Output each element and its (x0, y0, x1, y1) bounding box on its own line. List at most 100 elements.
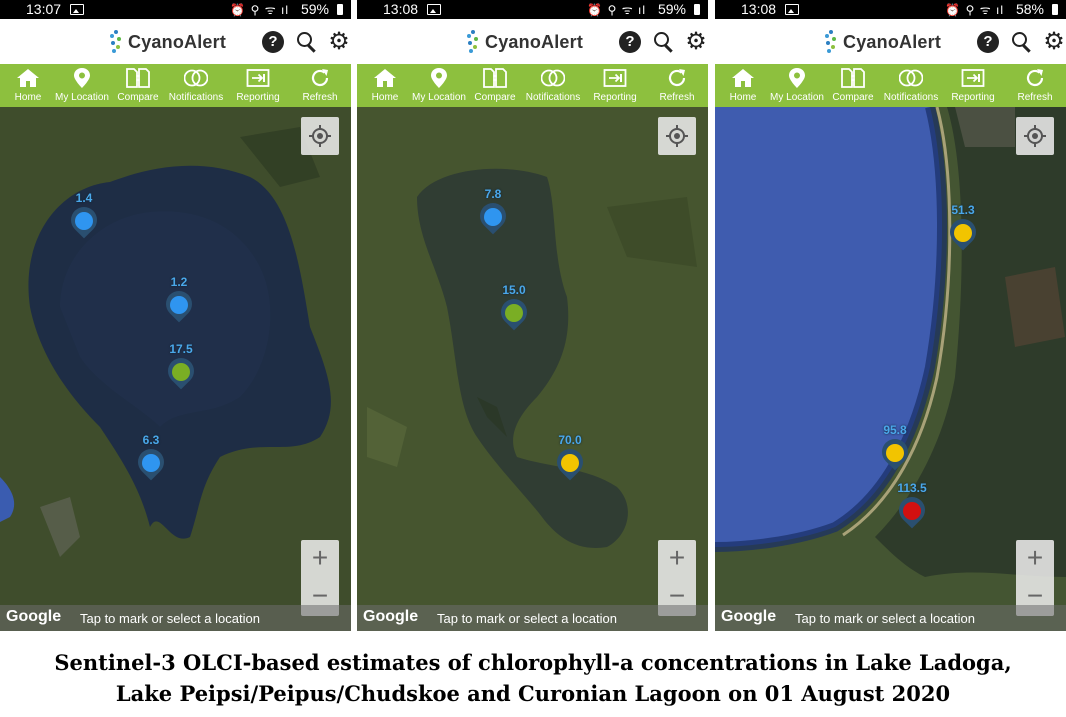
battery-icon (1052, 4, 1058, 15)
settings-gear-icon[interactable]: ⚙ (328, 30, 350, 54)
nav-my-location[interactable]: My Location (770, 64, 824, 107)
map-view[interactable]: + − Google Tap to mark or select a locat… (357, 107, 708, 631)
marker-dot (170, 296, 188, 314)
location-pin-icon (431, 68, 447, 88)
map-marker[interactable]: 1.2 (160, 275, 198, 323)
map-marker[interactable]: 7.8 (474, 187, 512, 235)
app-bar: CyanoAlert ? ⚙ (357, 19, 708, 64)
zoom-in-button[interactable]: + (1016, 540, 1054, 578)
nav-label: Notifications (883, 92, 939, 103)
home-icon (732, 69, 754, 87)
nav-compare[interactable]: Compare (117, 64, 159, 107)
satellite-imagery (715, 107, 1066, 631)
help-icon[interactable]: ? (619, 31, 641, 53)
my-location-button[interactable] (658, 117, 696, 155)
map-hint: Tap to mark or select a location (795, 611, 975, 626)
help-icon[interactable]: ? (977, 31, 999, 53)
alarm-location-wifi-signal-icons: ⏰ ⚲ ᯤ ıl (587, 3, 646, 17)
google-logo: Google (6, 608, 62, 625)
satellite-imagery (357, 107, 708, 631)
nav-reporting[interactable]: Reporting (951, 64, 995, 107)
nav-my-location[interactable]: My Location (55, 64, 109, 107)
marker-value: 113.5 (897, 481, 927, 495)
marker-dot (142, 454, 160, 472)
marker-value: 7.8 (484, 187, 502, 201)
map-marker[interactable]: 17.5 (162, 342, 200, 390)
nav-home[interactable]: Home (729, 64, 757, 107)
nav-label: Notifications (525, 92, 581, 103)
app-logo: CyanoAlert (465, 30, 583, 54)
status-bar: 13:07 ⏰ ⚲ ᯤ ıl 59% (0, 0, 351, 19)
nav-refresh[interactable]: Refresh (1017, 64, 1053, 107)
map-marker[interactable]: 15.0 (495, 283, 533, 331)
map-marker[interactable]: 1.4 (65, 191, 103, 239)
nav-label: Reporting (593, 92, 637, 103)
caption-line-1: Sentinel-3 OLCI-based estimates of chlor… (54, 650, 1012, 675)
notifications-circles-icon (899, 69, 923, 87)
reporting-icon (961, 69, 985, 87)
status-time: 13:07 (26, 1, 62, 17)
gallery-icon (427, 4, 441, 15)
nav-refresh[interactable]: Refresh (302, 64, 338, 107)
app-bar: CyanoAlert ? ⚙ (715, 19, 1066, 64)
my-location-button[interactable] (1016, 117, 1054, 155)
marker-dot (954, 224, 972, 242)
nav-compare[interactable]: Compare (832, 64, 874, 107)
alarm-location-wifi-signal-icons: ⏰ ⚲ ᯤ ıl (945, 3, 1004, 17)
gallery-icon (70, 4, 84, 15)
crosshair-icon (666, 125, 688, 147)
nav-notifications[interactable]: Notifications (169, 64, 223, 107)
google-logo: Google (363, 608, 419, 625)
nav-reporting[interactable]: Reporting (236, 64, 280, 107)
crosshair-icon (309, 125, 331, 147)
nav-bar: Home My Location Compare Notifications R… (0, 64, 351, 107)
map-view[interactable]: + − Google Tap to mark or select a locat… (0, 107, 351, 631)
app-bar: CyanoAlert ? ⚙ (0, 19, 351, 64)
nav-compare[interactable]: Compare (474, 64, 516, 107)
home-icon (374, 69, 396, 87)
map-marker[interactable]: 6.3 (132, 433, 170, 481)
google-logo: Google (721, 608, 777, 625)
map-marker[interactable]: 113.5 (893, 481, 931, 529)
cyanoalert-logo-icon (108, 30, 124, 54)
nav-home[interactable]: Home (14, 64, 42, 107)
marker-value: 95.8 (883, 423, 907, 437)
status-bar: 13:08 ⏰ ⚲ ᯤ ıl 58% (715, 0, 1066, 19)
crosshair-icon (1024, 125, 1046, 147)
status-bar: 13:08 ⏰ ⚲ ᯤ ıl 59% (357, 0, 708, 19)
map-marker[interactable]: 95.8 (876, 423, 914, 471)
nav-my-location[interactable]: My Location (412, 64, 466, 107)
nav-label: Notifications (168, 92, 224, 103)
refresh-icon (1026, 69, 1044, 87)
map-view[interactable]: + − Google Tap to mark or select a locat… (715, 107, 1066, 631)
notifications-circles-icon (184, 69, 208, 87)
nav-home[interactable]: Home (371, 64, 399, 107)
app-name: CyanoAlert (843, 31, 942, 52)
help-icon[interactable]: ? (262, 31, 284, 53)
nav-label: Refresh (659, 92, 695, 103)
refresh-icon (668, 69, 686, 87)
search-icon[interactable] (296, 31, 318, 53)
my-location-button[interactable] (301, 117, 339, 155)
zoom-in-button[interactable]: + (658, 540, 696, 578)
settings-gear-icon[interactable]: ⚙ (685, 30, 707, 54)
map-marker[interactable]: 70.0 (551, 433, 589, 481)
map-marker[interactable]: 51.3 (944, 203, 982, 251)
map-footer: Google Tap to mark or select a location (357, 605, 708, 631)
battery-percent: 59% (657, 1, 686, 17)
search-icon[interactable] (1011, 31, 1033, 53)
map-footer: Google Tap to mark or select a location (715, 605, 1066, 631)
marker-dot (75, 212, 93, 230)
nav-reporting[interactable]: Reporting (593, 64, 637, 107)
nav-refresh[interactable]: Refresh (659, 64, 695, 107)
nav-label: Reporting (236, 92, 280, 103)
marker-value: 70.0 (558, 433, 582, 447)
map-hint: Tap to mark or select a location (80, 611, 260, 626)
search-icon[interactable] (653, 31, 675, 53)
marker-value: 17.5 (169, 342, 193, 356)
nav-notifications[interactable]: Notifications (526, 64, 580, 107)
nav-notifications[interactable]: Notifications (884, 64, 938, 107)
battery-percent: 58% (1015, 1, 1044, 17)
settings-gear-icon[interactable]: ⚙ (1043, 30, 1065, 54)
zoom-in-button[interactable]: + (301, 540, 339, 578)
